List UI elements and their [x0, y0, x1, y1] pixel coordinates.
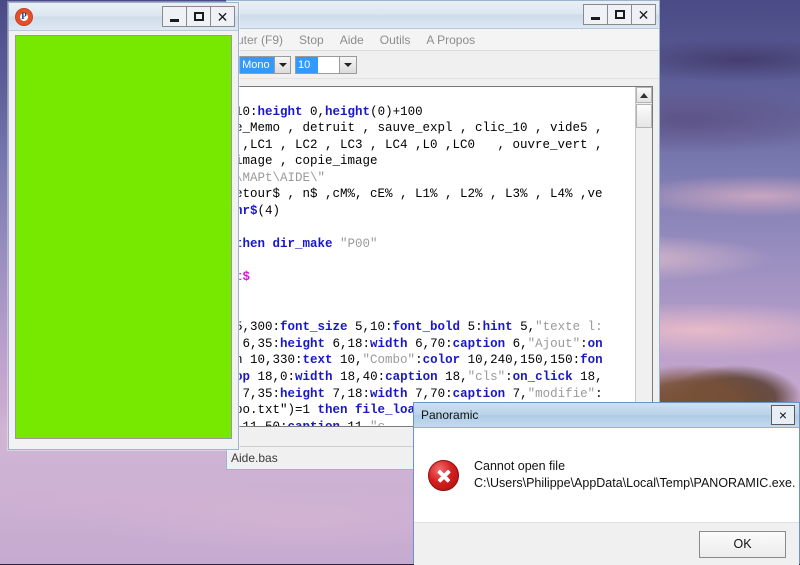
dialog-message: Cannot open file C:\Users\Philippe\AppDa…: [474, 458, 795, 492]
panoramic-titlebar[interactable]: ✕: [9, 3, 238, 31]
font-size-value: 10: [296, 56, 318, 73]
font-size-pad: [318, 56, 339, 73]
editor-toolbar: Sans Mono 10: [211, 51, 659, 79]
editor-close-button[interactable]: ✕: [631, 4, 656, 25]
dialog-titlebar[interactable]: Panoramic ×: [414, 403, 799, 428]
scroll-up-arrow-icon[interactable]: [636, 87, 652, 103]
panoramic-minimize-button[interactable]: [162, 6, 187, 27]
panoramic-output-window: ✕: [8, 2, 239, 450]
dialog-message-line1: Cannot open file: [474, 459, 566, 473]
menu-item-aide[interactable]: Aide: [332, 31, 372, 49]
panoramic-window-controls: ✕: [162, 6, 235, 27]
code-editor-textarea[interactable]: 0,10:height 0,height(0)+100 uve_Memo , d…: [233, 86, 653, 427]
font-size-dropdown[interactable]: 10: [295, 55, 357, 74]
dialog-close-button[interactable]: ×: [771, 405, 795, 425]
menu-item-a-propos[interactable]: A Propos: [418, 31, 483, 49]
editor-window-controls: ✕: [583, 4, 656, 25]
dialog-message-line2: C:\Users\Philippe\AppData\Local\Temp\PAN…: [474, 476, 796, 490]
status-filename: Aide.bas: [227, 447, 442, 469]
dialog-body: Cannot open file C:\Users\Philippe\AppDa…: [414, 428, 799, 522]
code-content: 0,10:height 0,height(0)+100 uve_Memo , d…: [233, 104, 603, 427]
panoramic-green-canvas[interactable]: [15, 35, 232, 439]
editor-titlebar[interactable]: ✕: [227, 1, 659, 29]
scrollbar-thumb[interactable]: [636, 104, 652, 128]
editor-menubar: uter (F9) Stop Aide Outils A Propos: [227, 29, 659, 51]
error-dialog: Panoramic × Cannot open file C:\Users\Ph…: [413, 402, 800, 565]
dialog-footer: OK: [414, 522, 799, 565]
menu-item-outils[interactable]: Outils: [372, 31, 419, 49]
panoramic-app-icon: [15, 7, 33, 26]
dialog-title: Panoramic: [421, 408, 479, 422]
menu-item-stop[interactable]: Stop: [291, 31, 332, 49]
code-editor-window: ✕ uter (F9) Stop Aide Outils A Propos Sa…: [211, 0, 660, 470]
editor-minimize-button[interactable]: [583, 4, 608, 25]
panoramic-maximize-button[interactable]: [186, 6, 211, 27]
editor-maximize-button[interactable]: [607, 4, 632, 25]
chevron-down-icon[interactable]: [274, 56, 290, 73]
chevron-down-icon[interactable]: [339, 56, 356, 73]
ok-button[interactable]: OK: [699, 530, 786, 558]
panoramic-close-button[interactable]: ✕: [210, 6, 235, 27]
code-vertical-scrollbar[interactable]: [635, 87, 652, 426]
error-icon: [428, 460, 459, 491]
